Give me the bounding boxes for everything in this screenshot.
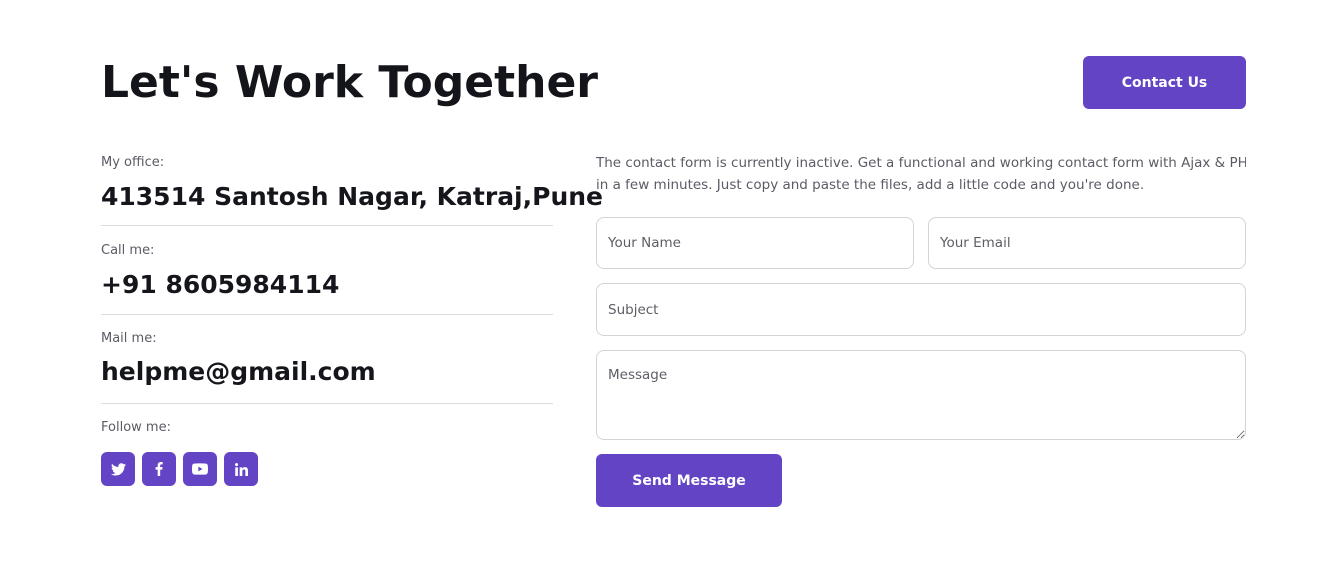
follow-label: Follow me: xyxy=(101,420,171,435)
office-address: 413514 Santosh Nagar, Katraj,Pune xyxy=(101,182,604,211)
linkedin-icon xyxy=(234,462,248,476)
name-input[interactable] xyxy=(596,217,914,269)
page: Let's Work Together Contact Us My office… xyxy=(0,0,1329,576)
follow-block: Follow me: xyxy=(101,404,553,486)
send-message-button[interactable]: Send Message xyxy=(596,454,782,507)
contact-form: The contact form is currently inactive. … xyxy=(596,152,1246,507)
subject-input[interactable] xyxy=(596,283,1246,336)
email-input[interactable] xyxy=(928,217,1246,269)
office-label: My office: xyxy=(101,155,165,170)
facebook-button[interactable] xyxy=(142,452,176,486)
facebook-icon xyxy=(155,462,163,476)
call-block: Call me: +91 8605984114 xyxy=(101,226,553,315)
message-textarea[interactable] xyxy=(596,350,1246,440)
youtube-icon xyxy=(192,463,208,475)
phone-number: +91 8605984114 xyxy=(101,270,340,299)
call-label: Call me: xyxy=(101,243,155,258)
form-description: The contact form is currently inactive. … xyxy=(596,152,1246,196)
form-description-line-2: in a few minutes. Just copy and paste th… xyxy=(596,177,1145,193)
mail-block: Mail me: helpme@gmail.com xyxy=(101,315,553,404)
social-links xyxy=(101,452,553,486)
contact-info: My office: 413514 Santosh Nagar, Katraj,… xyxy=(101,152,604,486)
twitter-icon xyxy=(110,462,126,476)
email-address: helpme@gmail.com xyxy=(101,357,376,386)
twitter-button[interactable] xyxy=(101,452,135,486)
office-block: My office: 413514 Santosh Nagar, Katraj,… xyxy=(101,152,604,226)
contact-us-button[interactable]: Contact Us xyxy=(1083,56,1246,109)
form-description-line-1: The contact form is currently inactive. … xyxy=(596,155,1246,171)
linkedin-button[interactable] xyxy=(224,452,258,486)
mail-label: Mail me: xyxy=(101,331,157,346)
youtube-button[interactable] xyxy=(183,452,217,486)
page-title: Let's Work Together xyxy=(101,57,598,108)
